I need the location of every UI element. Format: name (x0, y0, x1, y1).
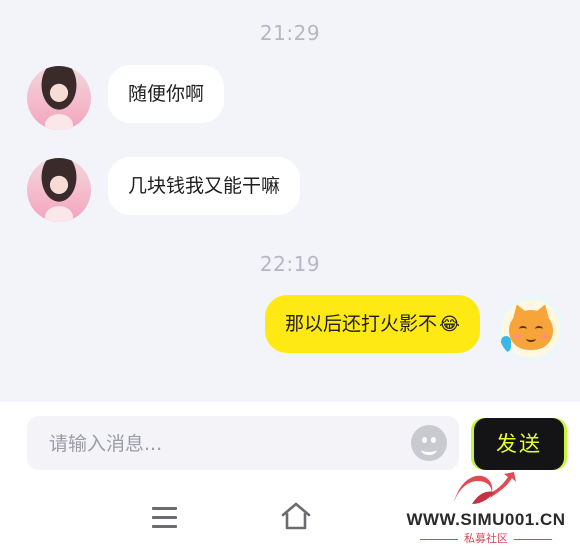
send-button[interactable]: 发送 (474, 418, 564, 470)
watermark-url: WWW.SIMU001.CN (406, 510, 566, 529)
timestamp: 22:19 (259, 252, 321, 276)
watermark-logo (454, 472, 516, 504)
contact-avatar[interactable] (27, 66, 91, 130)
microphone-icon (501, 336, 511, 352)
message-bubble[interactable]: 几块钱我又能干嘛 (108, 157, 301, 215)
menu-icon[interactable] (152, 507, 177, 528)
cat-blush (541, 334, 548, 338)
smiley-icon[interactable] (411, 425, 447, 461)
chat-area: 21:29 随便你啊 几块钱我又能干嘛 22:19 那以后还打火影不 😂 (0, 0, 580, 402)
cat-face (509, 310, 553, 350)
message-bubble[interactable]: 随便你啊 (108, 65, 225, 123)
message-text: 几块钱我又能干嘛 (128, 175, 281, 197)
message-text: 随便你啊 (128, 83, 205, 105)
home-icon[interactable] (281, 502, 311, 530)
watermark: WWW.SIMU001.CN 私募社区 (398, 468, 574, 548)
smiley-mouth (421, 444, 437, 455)
message-input-container[interactable] (27, 416, 459, 472)
cat-eye (535, 326, 543, 332)
contact-avatar[interactable] (27, 158, 91, 222)
smiley-eye (431, 437, 436, 443)
watermark-subtitle: 私募社区 (398, 530, 574, 546)
message-text: 那以后还打火影不 (284, 313, 437, 335)
smiley-eye (422, 437, 427, 443)
cat-mouth (526, 335, 536, 342)
own-avatar[interactable] (498, 296, 564, 362)
laughing-emoji-icon: 😂 (438, 314, 460, 335)
timestamp: 21:29 (259, 21, 321, 45)
message-input[interactable] (47, 416, 411, 472)
cat-blush (514, 334, 521, 338)
cat-eye (519, 326, 527, 332)
own-message-bubble[interactable]: 那以后还打火影不 😂 (264, 295, 480, 353)
